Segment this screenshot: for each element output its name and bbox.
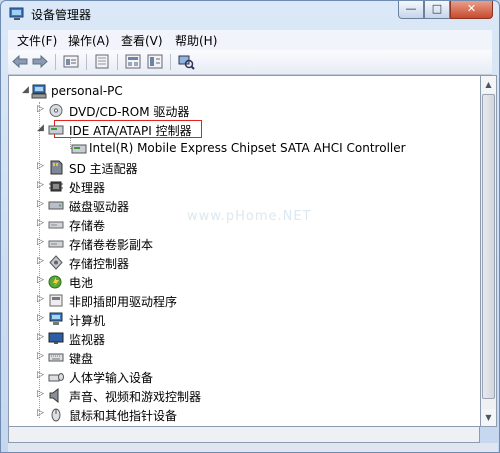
expand-arrow-icon[interactable]: ▷ (36, 352, 45, 361)
menu-bar: 文件(F) 操作(A) 查看(V) 帮助(H) (8, 30, 492, 51)
properties-sheet-icon[interactable] (146, 53, 164, 70)
expand-arrow-icon[interactable]: ▷ (36, 390, 45, 399)
update-icon[interactable] (124, 53, 142, 70)
storage-volume-icon (48, 240, 64, 248)
tree-item-label: IDE ATA/ATAPI 控制器 (69, 124, 192, 138)
hid-icon (48, 373, 64, 382)
expand-arrow-icon[interactable]: ▷ (36, 219, 45, 228)
tree-item-label: 键盘 (69, 352, 94, 366)
storage-volume-icon (48, 221, 64, 229)
maximize-button[interactable]: □ (424, 1, 450, 19)
title-bar[interactable]: 设备管理器 — □ ✕ (1, 1, 499, 29)
help-icon[interactable] (93, 53, 111, 70)
expand-arrow-icon[interactable]: ▷ (36, 276, 45, 285)
expand-arrow-icon[interactable]: ▷ (36, 181, 45, 190)
tree-item-label: DVD/CD-ROM 驱动器 (69, 105, 190, 119)
expand-arrow-icon[interactable]: ▷ (36, 238, 45, 247)
device-manager-window: 设备管理器 — □ ✕ 文件(F) 操作(A) 查看(V) 帮助(H) www.… (0, 0, 500, 453)
device-manager-app-icon (9, 7, 24, 20)
ide-controller-icon (71, 144, 87, 154)
menu-help[interactable]: 帮助(H) (175, 32, 217, 49)
expand-arrow-icon[interactable]: ▷ (36, 295, 45, 304)
scroll-thumb[interactable] (482, 94, 495, 399)
toolbar-separator (86, 54, 87, 70)
tree-item-label: 声音、视频和游戏控制器 (69, 390, 202, 404)
keyboard-icon (48, 353, 64, 362)
tree-item-label: 计算机 (69, 314, 106, 328)
device-tree: www.pHome.NET ◢ personal-PC ▷ DVD/CD-ROM… (8, 75, 481, 427)
forward-arrow-icon[interactable] (31, 53, 49, 70)
tree-item-label: 电池 (69, 276, 94, 290)
tree-item-label: 监视器 (69, 333, 106, 347)
toolbar-separator (170, 54, 171, 70)
tree-item-label: 磁盘驱动器 (69, 200, 130, 214)
tree-item-label: SD 主适配器 (69, 162, 138, 176)
expand-arrow-icon[interactable]: ▷ (36, 200, 45, 209)
menu-file[interactable]: 文件(F) (17, 32, 57, 49)
tree-item-label: 存储控制器 (69, 257, 130, 271)
tree-item-label: 处理器 (69, 181, 106, 195)
collapse-arrow-icon[interactable]: ◢ (21, 86, 30, 95)
horizontal-scrollbar[interactable] (8, 426, 480, 443)
expand-arrow-icon[interactable]: ▷ (36, 333, 45, 342)
speaker-icon (49, 388, 59, 403)
ide-controller-icon (48, 125, 64, 135)
expand-arrow-icon[interactable]: ▷ (36, 105, 45, 114)
tree-item-label: 人体学输入设备 (69, 371, 154, 385)
expand-arrow-icon[interactable]: ▷ (36, 162, 45, 171)
battery-icon (48, 275, 62, 289)
sd-card-icon (50, 160, 63, 175)
window-title: 设备管理器 (31, 8, 92, 22)
scroll-down-arrow-icon[interactable]: ▼ (481, 409, 496, 426)
menu-action[interactable]: 操作(A) (68, 32, 110, 49)
mouse-icon (51, 408, 61, 422)
storage-controller-icon (49, 255, 63, 270)
disk-drive-icon (48, 201, 64, 210)
status-bar (8, 443, 498, 452)
expand-arrow-icon[interactable]: ▷ (36, 257, 45, 266)
vertical-scrollbar[interactable]: ▲ ▼ (480, 75, 497, 427)
tree-root-label: personal-PC (51, 84, 123, 98)
driver-icon (49, 294, 63, 307)
menu-view[interactable]: 查看(V) (121, 32, 163, 49)
scroll-up-arrow-icon[interactable]: ▲ (481, 76, 496, 93)
toolbar-separator (117, 54, 118, 70)
tree-item-label: 非即插即用驱动程序 (69, 295, 178, 309)
close-button[interactable]: ✕ (450, 1, 493, 19)
processor-icon (49, 181, 63, 192)
expand-arrow-icon[interactable]: ▷ (36, 314, 45, 323)
scan-hardware-icon[interactable] (177, 53, 195, 70)
watermark-text: www.pHome.NET (187, 209, 312, 224)
minimize-button[interactable]: — (398, 1, 424, 19)
back-arrow-icon[interactable] (11, 53, 29, 70)
tree-item-label: 鼠标和其他指针设备 (69, 409, 178, 423)
tree-item-label: 存储卷卷影副本 (69, 238, 154, 252)
collapse-arrow-icon[interactable]: ◢ (36, 124, 45, 133)
monitor-icon (48, 332, 64, 344)
expand-arrow-icon[interactable]: ▷ (36, 371, 45, 380)
expand-arrow-icon[interactable]: ▷ (36, 409, 45, 418)
tree-item-label: 存储卷 (69, 219, 106, 233)
properties-icon[interactable] (62, 53, 80, 70)
tree-item-label: Intel(R) Mobile Express Chipset SATA AHC… (89, 141, 406, 155)
toolbar (8, 50, 492, 75)
computer-icon (49, 312, 63, 325)
computer-icon (31, 84, 47, 99)
toolbar-separator (55, 54, 56, 70)
dvd-drive-icon (49, 104, 63, 117)
